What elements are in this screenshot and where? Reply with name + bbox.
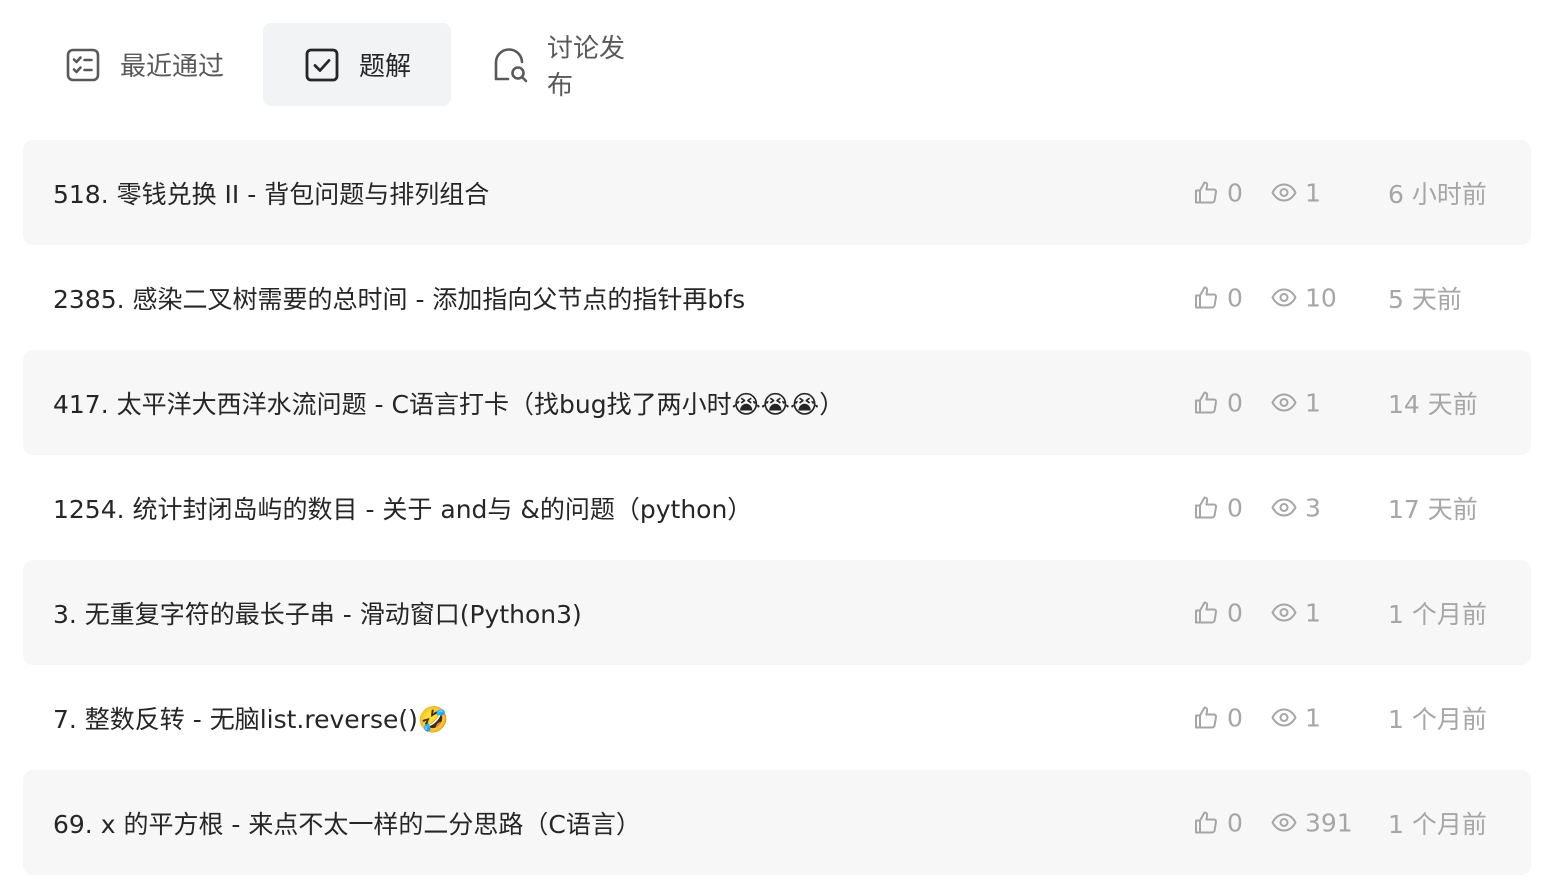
view-count: 1 (1271, 388, 1321, 417)
tab-bar: 最近通过 题解 讨论发布 (40, 23, 671, 106)
view-value: 10 (1305, 283, 1337, 312)
thumbs-up-icon (1193, 810, 1219, 836)
list-item[interactable]: 3. 无重复字符的最长子串 - 滑动窗口(Python3) 0 1 1 个月前 (23, 560, 1531, 665)
timestamp: 1 个月前 (1388, 704, 1487, 734)
checkbox-icon (303, 46, 341, 84)
thumbs-up-icon (1193, 285, 1219, 311)
like-value: 0 (1227, 493, 1243, 522)
solution-title[interactable]: 69. x 的平方根 - 来点不太一样的二分思路（C语言） (53, 805, 641, 841)
like-count[interactable]: 0 (1193, 493, 1243, 522)
solution-title[interactable]: 7. 整数反转 - 无脑list.reverse()🤣 (53, 700, 449, 736)
like-value: 0 (1227, 283, 1243, 312)
tab-label: 题解 (359, 52, 412, 82)
view-value: 1 (1305, 703, 1321, 732)
view-count: 1 (1271, 703, 1321, 732)
view-value: 1 (1305, 178, 1321, 207)
eye-icon (1271, 285, 1297, 311)
tab-recent-accepted[interactable]: 最近通过 (40, 23, 263, 106)
thumbs-up-icon (1193, 705, 1219, 731)
list-item[interactable]: 1254. 统计封闭岛屿的数目 - 关于 and与 &的问题（python） 0… (23, 455, 1531, 560)
chat-search-icon (491, 46, 529, 84)
view-value: 1 (1305, 598, 1321, 627)
list-item[interactable]: 417. 太平洋大西洋水流问题 - C语言打卡（找bug找了两小时😭😭😭） 0 … (23, 350, 1531, 455)
eye-icon (1271, 180, 1297, 206)
timestamp: 1 个月前 (1388, 599, 1487, 629)
like-count[interactable]: 0 (1193, 703, 1243, 732)
like-value: 0 (1227, 598, 1243, 627)
view-count: 1 (1271, 598, 1321, 627)
thumbs-up-icon (1193, 390, 1219, 416)
list-item[interactable]: 7. 整数反转 - 无脑list.reverse()🤣 0 1 1 个月前 (23, 665, 1531, 770)
like-value: 0 (1227, 178, 1243, 207)
timestamp: 6 小时前 (1388, 179, 1487, 209)
eye-icon (1271, 390, 1297, 416)
timestamp: 17 天前 (1388, 494, 1478, 524)
solution-list: 518. 零钱兑换 II - 背包问题与排列组合 0 1 6 小时前 2385.… (23, 140, 1531, 875)
eye-icon (1271, 705, 1297, 731)
eye-icon (1271, 495, 1297, 521)
view-value: 1 (1305, 388, 1321, 417)
view-value: 391 (1305, 808, 1353, 837)
list-item[interactable]: 69. x 的平方根 - 来点不太一样的二分思路（C语言） 0 391 1 个月… (23, 770, 1531, 875)
view-count: 10 (1271, 283, 1337, 312)
tab-label: 最近通过 (120, 52, 225, 82)
like-value: 0 (1227, 703, 1243, 732)
solution-title[interactable]: 518. 零钱兑换 II - 背包问题与排列组合 (53, 175, 489, 211)
view-count: 3 (1271, 493, 1321, 522)
like-count[interactable]: 0 (1193, 283, 1243, 312)
tab-label: 讨论发布 (547, 33, 626, 101)
view-value: 3 (1305, 493, 1321, 522)
tab-discussions[interactable]: 讨论发布 (451, 23, 671, 106)
view-count: 391 (1271, 808, 1353, 837)
timestamp: 14 天前 (1388, 389, 1478, 419)
list-item[interactable]: 518. 零钱兑换 II - 背包问题与排列组合 0 1 6 小时前 (23, 140, 1531, 245)
like-value: 0 (1227, 808, 1243, 837)
thumbs-up-icon (1193, 495, 1219, 521)
tab-solutions[interactable]: 题解 (263, 23, 451, 106)
timestamp: 1 个月前 (1388, 809, 1487, 839)
thumbs-up-icon (1193, 600, 1219, 626)
solution-title[interactable]: 1254. 统计封闭岛屿的数目 - 关于 and与 &的问题（python） (53, 490, 752, 526)
list-item[interactable]: 2385. 感染二叉树需要的总时间 - 添加指向父节点的指针再bfs 0 10 … (23, 245, 1531, 350)
thumbs-up-icon (1193, 180, 1219, 206)
solution-title[interactable]: 3. 无重复字符的最长子串 - 滑动窗口(Python3) (53, 595, 582, 631)
like-count[interactable]: 0 (1193, 598, 1243, 627)
solution-title[interactable]: 417. 太平洋大西洋水流问题 - C语言打卡（找bug找了两小时😭😭😭） (53, 385, 844, 421)
like-count[interactable]: 0 (1193, 178, 1243, 207)
like-count[interactable]: 0 (1193, 808, 1243, 837)
eye-icon (1271, 810, 1297, 836)
checklist-icon (64, 46, 102, 84)
like-value: 0 (1227, 388, 1243, 417)
like-count[interactable]: 0 (1193, 388, 1243, 417)
view-count: 1 (1271, 178, 1321, 207)
solution-title[interactable]: 2385. 感染二叉树需要的总时间 - 添加指向父节点的指针再bfs (53, 280, 745, 316)
eye-icon (1271, 600, 1297, 626)
timestamp: 5 天前 (1388, 284, 1462, 314)
